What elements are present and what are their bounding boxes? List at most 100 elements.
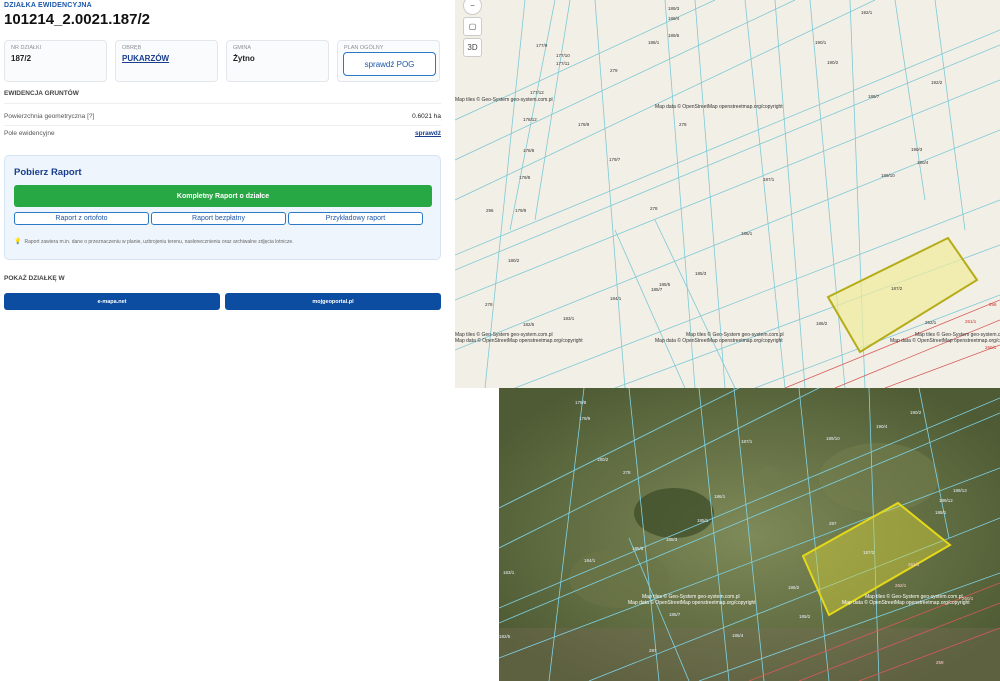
map-attribution-data: Map data © OpenStreetMap openstreetmap.o… bbox=[655, 104, 783, 110]
parcel-label: 179/9 bbox=[515, 208, 527, 213]
parcel-label: 177/12 bbox=[530, 90, 544, 95]
divider bbox=[4, 103, 441, 104]
parcel-label: 192/1 bbox=[861, 10, 873, 15]
card-gmina: GMINA Żytno bbox=[226, 40, 329, 82]
lightbulb-icon: 💡 bbox=[14, 239, 22, 245]
parcel-label: 178/9 bbox=[578, 122, 590, 127]
pole-label: Pole ewidencyjne bbox=[4, 130, 55, 137]
parcel-label: 189/12 bbox=[939, 498, 953, 503]
card-label: PLAN OGÓLNY bbox=[344, 45, 384, 51]
layers-icon[interactable]: ▢ bbox=[463, 17, 482, 36]
report-box: Pobierz Raport Kompletny Raport o działc… bbox=[4, 155, 441, 260]
parcel-label: 180/2 bbox=[508, 258, 520, 263]
parcel-label: 177/11 bbox=[556, 61, 570, 66]
parcel-label: 177/9 bbox=[536, 43, 548, 48]
parcel-label: 190/3 bbox=[911, 147, 923, 152]
free-report-button[interactable]: Raport bezpłatny bbox=[151, 212, 286, 225]
parcel-label: 184/1 bbox=[584, 558, 596, 563]
parcel-id-title: 101214_2.0021.187/2 bbox=[4, 11, 150, 28]
card-label: OBRĘB bbox=[122, 45, 142, 51]
parcel-label: 185/7 bbox=[651, 287, 663, 292]
parcel-label: 185/3 bbox=[695, 271, 707, 276]
parcel-label: 189/4 bbox=[668, 16, 680, 21]
parcel-label: 179/9 bbox=[579, 416, 591, 421]
parcel-label: 190/4 bbox=[917, 160, 929, 165]
parcel-label: 278 bbox=[679, 122, 687, 127]
parcel-label: 260/1 bbox=[985, 345, 997, 350]
parcel-label: 186/2 bbox=[788, 585, 800, 590]
parcel-label: 187/1 bbox=[741, 439, 753, 444]
parcel-label: 189/10 bbox=[881, 173, 895, 178]
parcel-label: 190/2 bbox=[827, 60, 839, 65]
parcel-label: 180/2 bbox=[597, 457, 609, 462]
parcel-label: 187/2 bbox=[891, 286, 903, 291]
parcel-label: 261/1 bbox=[908, 562, 920, 567]
parcel-label: 296 bbox=[486, 208, 494, 213]
card-value: Żytno bbox=[233, 54, 255, 63]
parcel-label: 185/7 bbox=[669, 612, 681, 617]
parcel-label: 189/3 bbox=[668, 6, 680, 11]
panel-caption: DZIAŁKA EWIDENCYJNA bbox=[4, 2, 92, 9]
map-attribution-tiles: Map tiles © Geo-System geo-system.com.pl bbox=[455, 97, 553, 103]
parcel-label: 179/8 bbox=[519, 175, 531, 180]
cadastral-map[interactable]: 187/2 189/3 189/4 189/5 188/1 177/9 177/… bbox=[455, 0, 1000, 388]
pole-check-link[interactable]: sprawdź bbox=[415, 130, 441, 137]
parcel-label: 179/7 bbox=[609, 157, 621, 162]
report-title: Pobierz Raport bbox=[14, 167, 82, 178]
check-pog-button[interactable]: sprawdź POG bbox=[343, 52, 436, 76]
parcel-label: 192/2 bbox=[931, 80, 943, 85]
parcel-label: 287 bbox=[829, 521, 837, 526]
obreb-link[interactable]: PUKARZÓW bbox=[122, 54, 169, 63]
area-value: 0.6021 ha bbox=[412, 113, 441, 120]
parcel-label: 188/1 bbox=[648, 40, 660, 45]
map-attribution-data: Map data © OpenStreetMap openstreetmap.o… bbox=[655, 338, 783, 344]
parcel-label: 278 bbox=[623, 470, 631, 475]
parcel-label: 187/2 bbox=[863, 550, 875, 555]
map-attribution-data: Map data © OpenStreetMap openstreetmap.o… bbox=[842, 600, 970, 606]
parcel-label: 184/1 bbox=[610, 296, 622, 301]
cadastral-lines bbox=[455, 0, 1000, 388]
parcel-label: 188/1 bbox=[935, 510, 947, 515]
parcel-label: 182/5 bbox=[523, 322, 535, 327]
emapa-button[interactable]: e-mapa.net bbox=[4, 293, 220, 310]
area-label: Powierzchnia geometryczna [?] bbox=[4, 113, 95, 120]
parcel-label: 185/4 bbox=[732, 633, 744, 638]
report-note-text: Raport zawiera m.in. dane o przeznaczeni… bbox=[24, 239, 294, 245]
parcel-label: 178/12 bbox=[523, 117, 537, 122]
card-value: 187/2 bbox=[11, 54, 32, 63]
parcel-label: 186/2 bbox=[816, 321, 828, 326]
parcel-label: 189/5 bbox=[668, 33, 680, 38]
map-attribution-data: Map data © OpenStreetMap openstreetmap.o… bbox=[455, 338, 583, 344]
parcel-label: 189/10 bbox=[826, 436, 840, 441]
card-obreb: OBRĘB PUKARZÓW bbox=[115, 40, 218, 82]
card-label: GMINA bbox=[233, 45, 252, 51]
parcel-label: 179/8 bbox=[575, 400, 587, 405]
parcel-label: 190/1 bbox=[815, 40, 827, 45]
orthophoto-layer bbox=[499, 388, 1000, 681]
sample-report-button[interactable]: Przykładowy raport bbox=[288, 212, 423, 225]
parcel-label: 186/1 bbox=[741, 231, 753, 236]
parcel-label: 262/1 bbox=[925, 320, 937, 325]
parcel-label: 185/3 bbox=[666, 537, 678, 542]
parcel-label: 185/1 bbox=[697, 518, 709, 523]
parcel-label: 185/5 bbox=[632, 546, 644, 551]
parcel-label: 190/2 bbox=[910, 410, 922, 415]
parcel-label: 278 bbox=[485, 302, 493, 307]
parcel-label: 190/4 bbox=[876, 424, 888, 429]
map-attribution-data: Map data © OpenStreetMap openstreetmap.o… bbox=[890, 338, 1000, 344]
parcel-label: 259 bbox=[936, 660, 944, 665]
mojgeoportal-button[interactable]: mojgeoportal.pl bbox=[225, 293, 441, 310]
area-row: Powierzchnia geometryczna [?] 0.6021 ha bbox=[4, 113, 441, 120]
full-report-button[interactable]: Kompletny Raport o działce bbox=[14, 185, 432, 207]
parcel-label: 256 bbox=[989, 302, 997, 307]
show-parcel-heading: POKAŻ DZIAŁKĘ W bbox=[4, 275, 65, 282]
report-note: 💡 Raport zawiera m.in. dane o przeznaczen… bbox=[14, 238, 294, 245]
ortho-report-button[interactable]: Raport z ortofoto bbox=[14, 212, 149, 225]
card-nr-dzialki: NR DZIAŁKI 187/2 bbox=[4, 40, 107, 82]
parcel-label: 187/1 bbox=[763, 177, 775, 182]
parcel-label: 279 bbox=[610, 68, 618, 73]
mode-3d-button[interactable]: 3D bbox=[463, 38, 482, 57]
orthophoto-map[interactable]: 187/2 179/9 179/8 180/2 187/1 186/1 185/… bbox=[499, 388, 1000, 681]
card-plan-ogolny: PLAN OGÓLNY sprawdź POG bbox=[337, 40, 440, 82]
parcel-label: 177/10 bbox=[556, 53, 570, 58]
